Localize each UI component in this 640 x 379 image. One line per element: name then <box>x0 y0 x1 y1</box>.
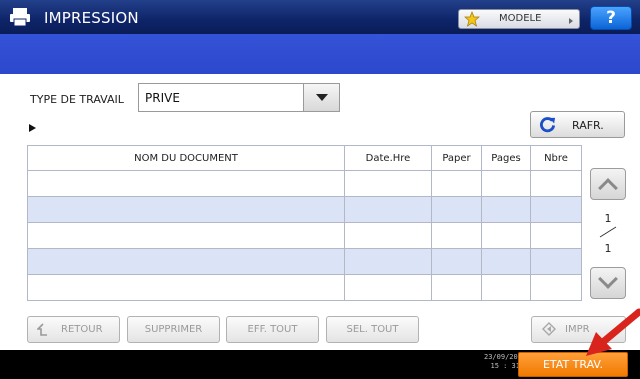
play-icon <box>29 124 36 132</box>
table-cell <box>344 274 432 301</box>
table-cell <box>27 170 345 197</box>
scroll-up-button[interactable] <box>590 168 626 200</box>
chevron-down-icon <box>598 269 618 289</box>
table-cell <box>27 222 345 249</box>
table-row[interactable] <box>27 170 582 197</box>
chevron-right-icon <box>569 18 573 24</box>
refresh-button[interactable]: RAFR. <box>530 111 625 138</box>
table-cell <box>344 196 432 223</box>
sel-tout-button[interactable]: SEL. TOUT <box>326 316 419 343</box>
table-cell <box>530 170 582 197</box>
table-cell <box>481 222 531 249</box>
table-row[interactable] <box>27 196 582 223</box>
info-band <box>0 34 640 74</box>
refresh-icon <box>540 117 556 133</box>
column-header-document-name: NOM DU DOCUMENT <box>27 145 345 171</box>
eff-tout-button[interactable]: EFF. TOUT <box>226 316 319 343</box>
page-title: IMPRESSION <box>44 9 139 27</box>
supprimer-button[interactable]: SUPPRIMER <box>127 316 220 343</box>
column-header-copies: Nbre <box>530 145 582 171</box>
table-cell <box>344 170 432 197</box>
document-table: NOM DU DOCUMENT Date.Hre Paper Pages Nbr… <box>27 145 582 301</box>
table-header-row: NOM DU DOCUMENT Date.Hre Paper Pages Nbr… <box>27 145 582 171</box>
table-cell <box>481 248 531 275</box>
dropdown-button[interactable] <box>303 84 339 111</box>
page-current: 1 <box>604 212 612 225</box>
scroll-down-button[interactable] <box>590 267 626 299</box>
chevron-up-icon <box>598 178 618 198</box>
table-cell <box>27 196 345 223</box>
chevron-down-icon <box>316 94 328 101</box>
date-text: 23/09/2015 <box>484 353 527 361</box>
imprimer-button[interactable]: IMPR <box>531 316 626 343</box>
table-row[interactable] <box>27 222 582 249</box>
modele-label: MODELE <box>499 13 542 24</box>
table-row[interactable] <box>27 274 582 301</box>
table-cell <box>530 196 582 223</box>
modele-button[interactable]: MODELE <box>458 9 580 29</box>
star-icon <box>464 11 480 27</box>
column-header-paper: Paper <box>431 145 482 171</box>
table-cell <box>530 222 582 249</box>
job-type-select[interactable]: PRIVE <box>138 83 340 112</box>
table-cell <box>530 248 582 275</box>
table-cell <box>431 274 482 301</box>
column-header-pages: Pages <box>481 145 531 171</box>
time-text: 15 : 31 <box>490 362 520 370</box>
imprimer-label: IMPR <box>565 324 590 335</box>
retour-button[interactable]: RETOUR <box>27 316 120 343</box>
printer-icon <box>10 8 30 27</box>
table-cell <box>431 248 482 275</box>
job-type-label: TYPE DE TRAVAIL <box>30 93 124 106</box>
print-diamond-icon <box>542 322 556 336</box>
refresh-label: RAFR. <box>572 119 604 132</box>
table-row[interactable] <box>27 248 582 275</box>
date-time: 23/09/2015 15 : 31 <box>484 353 527 371</box>
job-status-button[interactable]: ETAT TRAV. <box>518 352 628 377</box>
back-arrow-icon <box>37 323 47 336</box>
help-button[interactable]: ? <box>590 6 632 30</box>
table-cell <box>27 274 345 301</box>
table-cell <box>344 248 432 275</box>
status-bar: 23/09/2015 15 : 31 ETAT TRAV. <box>0 350 640 379</box>
column-header-date: Date.Hre <box>344 145 432 171</box>
table-cell <box>27 248 345 275</box>
table-cell <box>481 170 531 197</box>
title-bar: IMPRESSION MODELE ? <box>0 0 640 34</box>
table-cell <box>431 196 482 223</box>
page-separator <box>599 226 617 238</box>
table-cell <box>344 222 432 249</box>
table-cell <box>481 274 531 301</box>
table-cell <box>481 196 531 223</box>
table-cell <box>431 170 482 197</box>
page-total: 1 <box>604 242 612 255</box>
job-type-value: PRIVE <box>145 91 180 105</box>
retour-label: RETOUR <box>61 324 103 335</box>
table-cell <box>530 274 582 301</box>
table-cell <box>431 222 482 249</box>
